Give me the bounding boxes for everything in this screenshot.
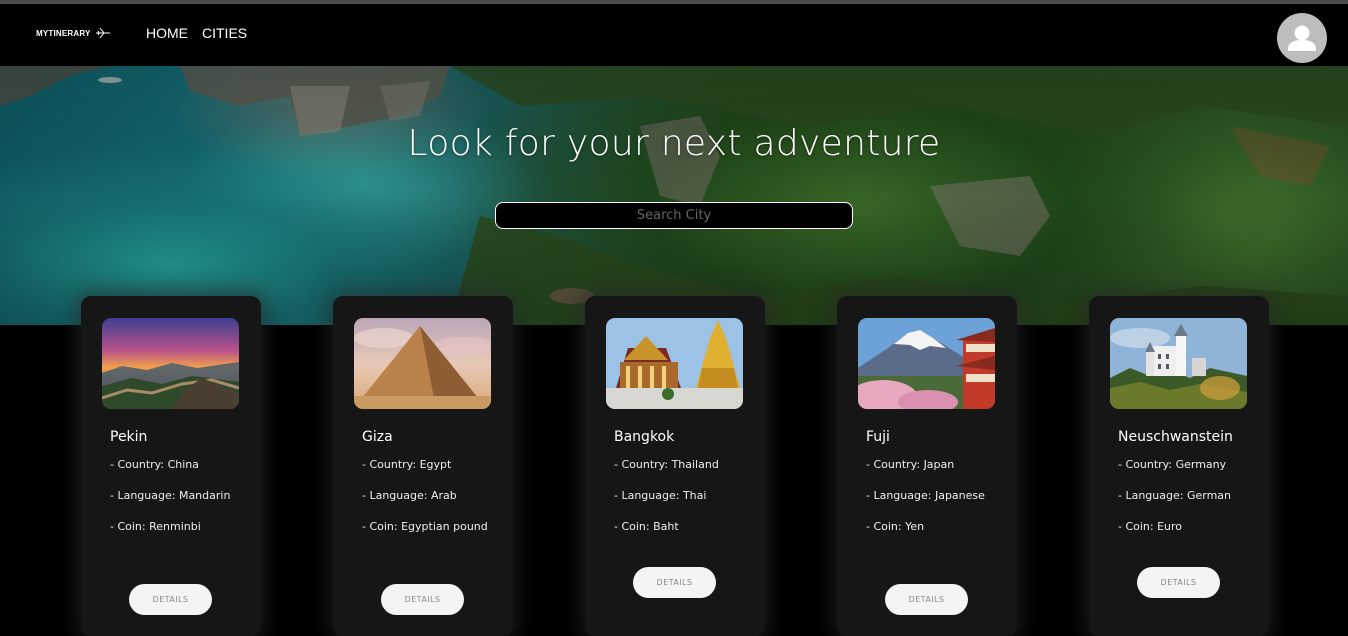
city-image-giza — [354, 318, 491, 409]
details-button-bangkok[interactable]: DETAILS — [633, 567, 716, 598]
city-country: - Country: Japan — [866, 458, 955, 471]
city-card-pekin: Pekin - Country: China - Language: Manda… — [81, 296, 261, 636]
city-image-fuji — [858, 318, 995, 409]
navbar: MYTINERARY HOME CITIES — [0, 4, 1348, 66]
city-name: Giza — [362, 429, 393, 445]
city-card-giza: Giza - Country: Egypt - Language: Arab -… — [333, 296, 513, 636]
nav-link-home[interactable]: HOME — [146, 25, 188, 41]
city-coin: - Coin: Euro — [1118, 520, 1183, 533]
search-city-input[interactable] — [495, 202, 853, 229]
user-avatar[interactable] — [1277, 13, 1327, 63]
hero-overlay — [0, 66, 1348, 325]
hero-title: Look for your next adventure — [407, 123, 941, 164]
city-language: - Language: Mandarin — [110, 489, 231, 502]
city-country: - Country: Thailand — [614, 458, 719, 471]
great-wall-image — [102, 318, 239, 409]
city-image-bangkok — [606, 318, 743, 409]
castle-image — [1110, 318, 1247, 409]
city-name: Fuji — [866, 429, 890, 445]
city-info: - Country: Japan - Language: Japanese - … — [866, 456, 994, 549]
details-button-pekin[interactable]: DETAILS — [129, 584, 212, 615]
city-language: - Language: German — [1118, 489, 1232, 502]
city-coin: - Coin: Baht — [614, 520, 679, 533]
mount-fuji-image — [858, 318, 995, 409]
city-name: Bangkok — [614, 429, 675, 445]
city-country: - Country: Germany — [1118, 458, 1227, 471]
city-coin: - Coin: Yen — [866, 520, 925, 533]
city-language: - Language: Arab — [362, 489, 457, 502]
city-coin: - Coin: Egyptian pound — [362, 520, 488, 533]
city-cards: Pekin - Country: China - Language: Manda… — [0, 295, 1348, 636]
pyramid-image — [354, 318, 491, 409]
city-info: - Country: China - Language: Mandarin - … — [110, 456, 238, 549]
city-image-pekin — [102, 318, 239, 409]
city-info: - Country: Germany - Language: German - … — [1118, 456, 1246, 549]
city-card-neuschwanstein: Neuschwanstein - Country: Germany - Lang… — [1089, 296, 1269, 636]
city-language: - Language: Thai — [614, 489, 707, 502]
city-coin: - Coin: Renminbi — [110, 520, 201, 533]
city-info: - Country: Thailand - Language: Thai - C… — [614, 456, 742, 549]
hero-banner: Look for your next adventure — [0, 66, 1348, 325]
details-button-fuji[interactable]: DETAILS — [885, 584, 968, 615]
airplane-icon — [95, 27, 110, 39]
details-button-giza[interactable]: DETAILS — [381, 584, 464, 615]
city-language: - Language: Japanese — [866, 489, 985, 502]
city-card-bangkok: Bangkok - Country: Thailand - Language: … — [585, 296, 765, 636]
details-button-neuschwanstein[interactable]: DETAILS — [1137, 567, 1220, 598]
city-info: - Country: Egypt - Language: Arab - Coin… — [362, 456, 490, 549]
brand-name: MYTINERARY — [36, 28, 91, 38]
temple-image — [606, 318, 743, 409]
city-country: - Country: Egypt — [362, 458, 452, 471]
brand-logo[interactable]: MYTINERARY — [36, 26, 111, 40]
nav-link-cities[interactable]: CITIES — [202, 25, 247, 41]
city-name: Neuschwanstein — [1118, 429, 1233, 445]
user-icon — [1288, 25, 1316, 51]
city-card-fuji: Fuji - Country: Japan - Language: Japane… — [837, 296, 1017, 636]
nav-links: HOME CITIES — [146, 25, 247, 41]
city-country: - Country: China — [110, 458, 199, 471]
city-name: Pekin — [110, 429, 148, 445]
city-image-neuschwanstein — [1110, 318, 1247, 409]
